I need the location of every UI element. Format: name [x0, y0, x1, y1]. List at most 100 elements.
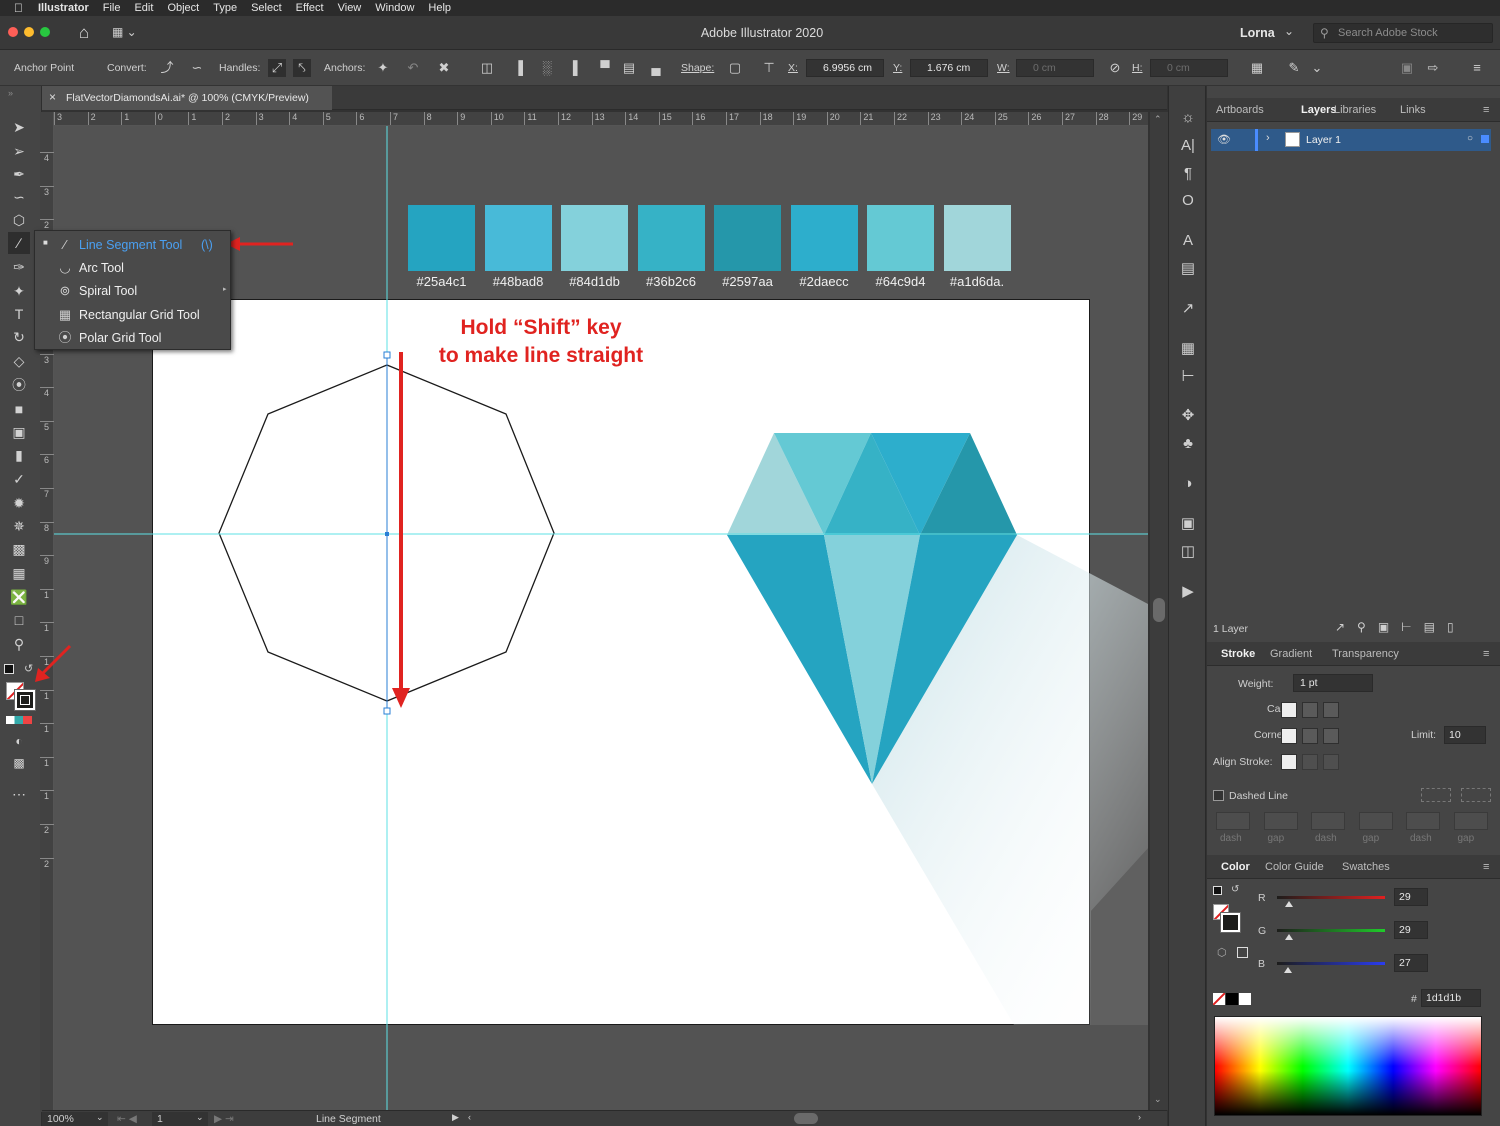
layers-footer-icons[interactable]: ↗⚲▣⊢▤▯ [1335, 620, 1466, 634]
character-styles-icon[interactable]: A [1178, 231, 1198, 251]
shaper-tool-icon[interactable]: ✦ [8, 280, 30, 302]
align-top-icon[interactable]: ▀ [596, 59, 614, 77]
workspace-switcher-icon[interactable]: ▦ ⌄ [112, 25, 148, 41]
green-slider-track[interactable] [1277, 929, 1385, 932]
vertical-scroll-thumb[interactable] [1153, 598, 1165, 622]
asset-export-icon[interactable]: ◫ [1178, 542, 1198, 562]
web-safe-icon[interactable] [1237, 947, 1248, 958]
zoom-tool-icon[interactable]: ⚲ [8, 633, 30, 655]
height-input[interactable]: 0 cm [1150, 59, 1228, 77]
menu-object[interactable]: Object [160, 2, 206, 14]
scroll-right-icon[interactable]: › [1138, 1112, 1141, 1122]
eyedropper-tool-icon[interactable]: ✓ [8, 468, 30, 490]
symbol-sprayer-tool-icon[interactable]: ✵ [8, 515, 30, 537]
flyout-item-rectangular-grid[interactable]: ▦ Rectangular Grid Tool [35, 304, 230, 327]
default-colors-icon[interactable] [4, 664, 14, 674]
scroll-left-icon[interactable]: ‹ [468, 1112, 471, 1122]
graphic-styles-icon[interactable]: ◑ [1178, 474, 1198, 494]
panel-menu-icon[interactable]: ≡ [1483, 104, 1489, 116]
convert-smooth-icon[interactable]: ∽ [188, 59, 206, 77]
dash-gap-input[interactable] [1406, 812, 1440, 830]
menu-view[interactable]: View [331, 2, 369, 14]
red-slider-thumb[interactable] [1285, 901, 1294, 907]
align-outside-stroke-button[interactable] [1323, 754, 1339, 770]
close-tab-icon[interactable]: × [49, 90, 56, 104]
maximize-window-button[interactable] [40, 27, 50, 37]
drawing-modes-icon[interactable]: ◐ [8, 730, 30, 752]
selection-indicator[interactable] [1481, 135, 1489, 143]
x-coordinate-input[interactable]: 6.9956 cm [806, 59, 884, 77]
blend-tool-icon[interactable]: ✹ [8, 492, 30, 514]
document-tab[interactable]: × FlatVectorDiamondsAi.ai* @ 100% (CMYK/… [42, 86, 332, 110]
round-join-button[interactable] [1302, 728, 1318, 744]
butt-cap-button[interactable] [1281, 702, 1297, 718]
connect-anchor-icon[interactable]: ↶ [404, 59, 422, 77]
status-menu-icon[interactable]: ▶ [452, 1112, 459, 1123]
selection-tool-icon[interactable]: ➤ [8, 116, 30, 138]
chevron-down-icon[interactable]: ⌄ [1308, 59, 1326, 77]
dash-gap-input[interactable] [1263, 812, 1298, 830]
blue-value-input[interactable]: 27 [1394, 954, 1428, 972]
tab-stroke[interactable]: Stroke [1221, 648, 1255, 660]
paintbrush-tool-icon[interactable]: ✑ [8, 256, 30, 278]
align-bottom-icon[interactable]: ▄ [647, 59, 665, 77]
align-right-icon[interactable]: ▐ [564, 59, 582, 77]
tab-color-guide[interactable]: Color Guide [1265, 861, 1324, 873]
convert-corner-icon[interactable]: ⤴ [158, 59, 176, 77]
tab-links[interactable]: Links [1400, 104, 1426, 116]
projecting-cap-button[interactable] [1323, 702, 1339, 718]
recolor-icon[interactable]: ✎ [1285, 59, 1303, 77]
dash-align-button[interactable] [1461, 788, 1491, 802]
cut-path-icon[interactable]: ✖ [435, 59, 453, 77]
flyout-item-line-segment[interactable]: ■ ∕ Line Segment Tool (\) [35, 234, 230, 257]
flyout-item-spiral[interactable]: ⊚ Spiral Tool ▸ [35, 280, 230, 303]
symbols-panel-icon[interactable]: ♣ [1178, 434, 1198, 454]
tab-libraries[interactable]: Libraries [1334, 104, 1376, 116]
actions-panel-icon[interactable]: ▶ [1178, 582, 1198, 602]
bevel-join-button[interactable] [1323, 728, 1339, 744]
show-handles-icon[interactable]: ⤢ [268, 59, 286, 77]
type-tool-icon[interactable]: T [8, 303, 30, 325]
tab-layers[interactable]: Layers [1301, 104, 1336, 116]
opentype-panel-icon[interactable]: O [1178, 191, 1198, 211]
gradient-tool-icon[interactable]: ■ [8, 398, 30, 420]
arrange-icon[interactable]: ▣ [1398, 59, 1416, 77]
tab-gradient[interactable]: Gradient [1270, 648, 1312, 660]
visibility-eye-icon[interactable]: 👁 [1217, 133, 1231, 146]
apple-icon[interactable]:  [0, 1, 31, 15]
scroll-down-icon[interactable]: ⌄ [1154, 1094, 1162, 1105]
remove-anchor-icon[interactable]: ✦ [374, 59, 392, 77]
menu-help[interactable]: Help [421, 2, 458, 14]
scroll-up-icon[interactable]: ⌃ [1154, 114, 1162, 125]
shape-builder-tool-icon[interactable]: ▣ [8, 421, 30, 443]
miter-limit-input[interactable]: 10 [1444, 726, 1486, 744]
panel-menu-icon[interactable]: ≡ [1483, 861, 1489, 873]
rotate-tool-icon[interactable]: ↻ [8, 326, 30, 348]
menu-effect[interactable]: Effect [289, 2, 331, 14]
black-color-button[interactable] [1226, 993, 1238, 1005]
panel-menu-icon[interactable]: ≡ [1468, 59, 1486, 77]
align-center-stroke-button[interactable] [1281, 754, 1297, 770]
hex-value-input[interactable]: 1d1d1b [1421, 989, 1481, 1007]
align-left-icon[interactable]: ▌ [514, 59, 532, 77]
layer-row[interactable]: 👁 › Layer 1 ○ [1211, 129, 1491, 151]
blue-slider-thumb[interactable] [1284, 967, 1293, 973]
dash-gap-input[interactable] [1216, 812, 1250, 830]
shape-label[interactable]: Shape: [681, 62, 714, 74]
minimize-window-button[interactable] [24, 27, 34, 37]
tab-artboards[interactable]: Artboards [1216, 104, 1264, 116]
hide-handles-icon[interactable]: ⤣ [293, 59, 311, 77]
blue-slider-track[interactable] [1277, 962, 1385, 965]
vertical-scrollbar[interactable]: ⌃ ⌄ [1150, 112, 1168, 1110]
constrain-proportions-icon[interactable]: ⊘ [1106, 59, 1124, 77]
live-paint-tool-icon[interactable]: ▩ [8, 538, 30, 560]
y-coordinate-input[interactable]: 1.676 cm [910, 59, 988, 77]
color-spectrum[interactable] [1214, 1016, 1482, 1116]
expand-chevron-icon[interactable]: › [1266, 132, 1270, 144]
menu-file[interactable]: File [96, 2, 128, 14]
align-panel-icon[interactable]: ⊢ [1178, 367, 1198, 387]
lasso-tool-icon[interactable]: ⦿ [8, 374, 30, 396]
appearance-panel-icon[interactable]: ☼ [1178, 108, 1198, 128]
dash-gap-input[interactable] [1453, 812, 1488, 830]
swap-colors-icon[interactable]: ↺ [1231, 884, 1239, 895]
